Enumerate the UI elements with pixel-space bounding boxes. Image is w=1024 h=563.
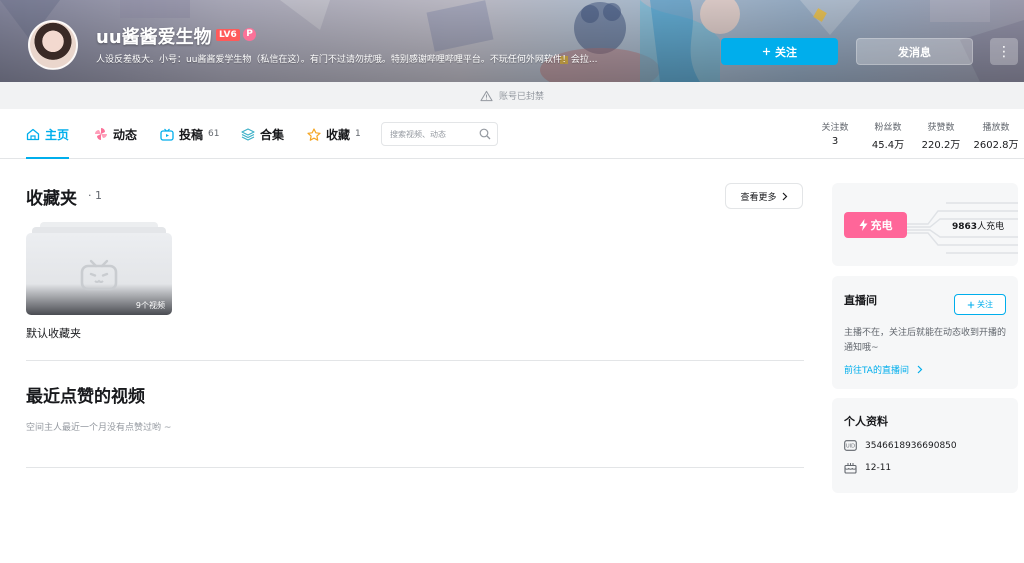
search-icon[interactable] [479,128,491,140]
view-more-button[interactable]: 查看更多 [725,183,803,209]
stat-following-label: 关注数 [821,123,849,133]
stat-plays-value: 2602.8万 [973,140,1019,151]
chevron-right-icon [917,365,923,374]
tab-uploads[interactable]: 投稿 61 [160,109,219,159]
stat-followers-label: 粉丝数 [874,123,902,133]
send-message-label: 发消息 [898,45,931,59]
favorites-count-value: 1 [95,189,102,202]
space-search-box [381,122,498,146]
more-options-button[interactable]: ⋮ [990,38,1018,65]
layers-icon [241,127,255,141]
stat-likes-value: 220.2万 [921,140,961,151]
tab-dynamic-label: 动态 [113,127,138,142]
tab-favorites[interactable]: 收藏 1 [307,109,361,159]
profile-info-title: 个人资料 [844,415,888,428]
section-divider [26,360,804,361]
pinwheel-icon [95,128,107,140]
star-icon [307,127,321,141]
plus-icon [762,47,771,56]
tab-home-label: 主页 [45,127,70,142]
charge-label: 充电 [870,219,893,232]
birthday-row: 12-11 [844,462,891,474]
follow-button[interactable]: 关注 [721,38,838,65]
stat-followers-value: 45.4万 [871,140,905,151]
level-badge: LV6 [216,29,240,41]
live-follow-button[interactable]: 关注 [954,294,1006,315]
bilibili-tv-icon [80,259,118,291]
recent-likes-empty: 空间主人最近一个月没有点赞过哟 ~ [26,423,172,433]
account-banned-notice: 账号已封禁 [0,82,1024,109]
charge-count-suffix: 人充电 [977,222,1005,232]
lightning-icon [859,219,867,231]
tab-favorites-count: 1 [355,129,361,139]
cake-icon [844,463,857,474]
chevron-right-icon [782,192,787,200]
user-signature: 人设反差极大。小号：uu酱酱爱学生物（私信在这）。有门不过请勿扰哦。特别感谢哔哩… [96,55,598,65]
space-navigation: 主页 动态 投稿 61 合集 收藏 1 搜索视频、动态 关注数 3 粉丝数 45… [0,109,1024,159]
stat-following-value: 3 [831,136,839,147]
tab-favorites-label: 收藏 [326,127,351,142]
favorite-folder-card[interactable]: 9个视频 [26,222,172,315]
uid-value: 3546618936690850 [865,440,957,451]
charge-button[interactable]: 充电 [844,212,907,238]
live-room-card: 直播间 关注 主播不在，关注后就能在动态收到开播的通知哦~ 前往TA的直播间 [832,276,1018,389]
charge-count: 9863人充电 [952,219,1004,232]
live-room-description: 主播不在，关注后就能在动态收到开播的通知哦~ [844,328,1007,353]
more-icon: ⋮ [997,43,1011,60]
stat-plays: 播放数 2602.8万 [970,120,1022,151]
go-to-live-room-link[interactable]: 前往TA的直播间 [844,363,923,376]
prestige-badge: P [243,28,256,41]
banned-text: 账号已封禁 [498,92,544,102]
warning-icon [480,90,493,101]
favorite-folder-name[interactable]: 默认收藏夹 [26,325,81,341]
tab-collections-label: 合集 [260,127,285,142]
live-link-label: 前往TA的直播间 [844,366,909,376]
folder-video-count: 9个视频 [135,301,165,310]
view-more-label: 查看更多 [740,192,777,203]
stat-likes: 获赞数 220.2万 [918,120,964,151]
folder-cover: 9个视频 [26,233,172,315]
plus-icon [967,301,975,308]
send-message-button[interactable]: 发消息 [856,38,973,65]
space-search-input[interactable] [390,127,478,141]
charge-count-number: 9863 [952,222,978,232]
stat-plays-label: 播放数 [982,123,1010,133]
tab-collections[interactable]: 合集 [241,109,284,159]
tab-home[interactable]: 主页 [26,109,70,159]
uid-row: UID 3546618936690850 [844,440,957,451]
stat-following[interactable]: 关注数 3 [815,120,855,147]
username: uu酱酱爱生物 [96,27,212,48]
live-follow-label: 关注 [977,300,993,309]
svg-text:UID: UID [846,444,855,450]
birthday-value: 12-11 [865,463,892,473]
recent-likes-title: 最近点赞的视频 [26,387,145,407]
live-room-title: 直播间 [844,294,877,307]
tab-dynamic[interactable]: 动态 [94,109,137,159]
tab-uploads-label: 投稿 [179,127,204,142]
profile-banner: uu酱酱爱生物 LV6 P 人设反差极大。小号：uu酱酱爱学生物（私信在这）。有… [0,0,1024,82]
charge-card: 充电 9863人充电 [832,183,1018,266]
favorites-count: · 1 [88,189,102,202]
home-icon [26,128,40,140]
stat-followers[interactable]: 粉丝数 45.4万 [866,120,910,151]
tv-icon [160,128,174,141]
avatar[interactable] [28,20,78,70]
stat-likes-label: 获赞数 [927,123,955,133]
section-divider-bottom [26,467,804,468]
tab-uploads-count: 61 [208,129,220,139]
follow-label: 关注 [775,46,797,59]
uid-icon: UID [844,440,857,451]
favorites-title: 收藏夹 [26,189,77,209]
profile-info-card: 个人资料 UID 3546618936690850 12-11 [832,398,1018,493]
